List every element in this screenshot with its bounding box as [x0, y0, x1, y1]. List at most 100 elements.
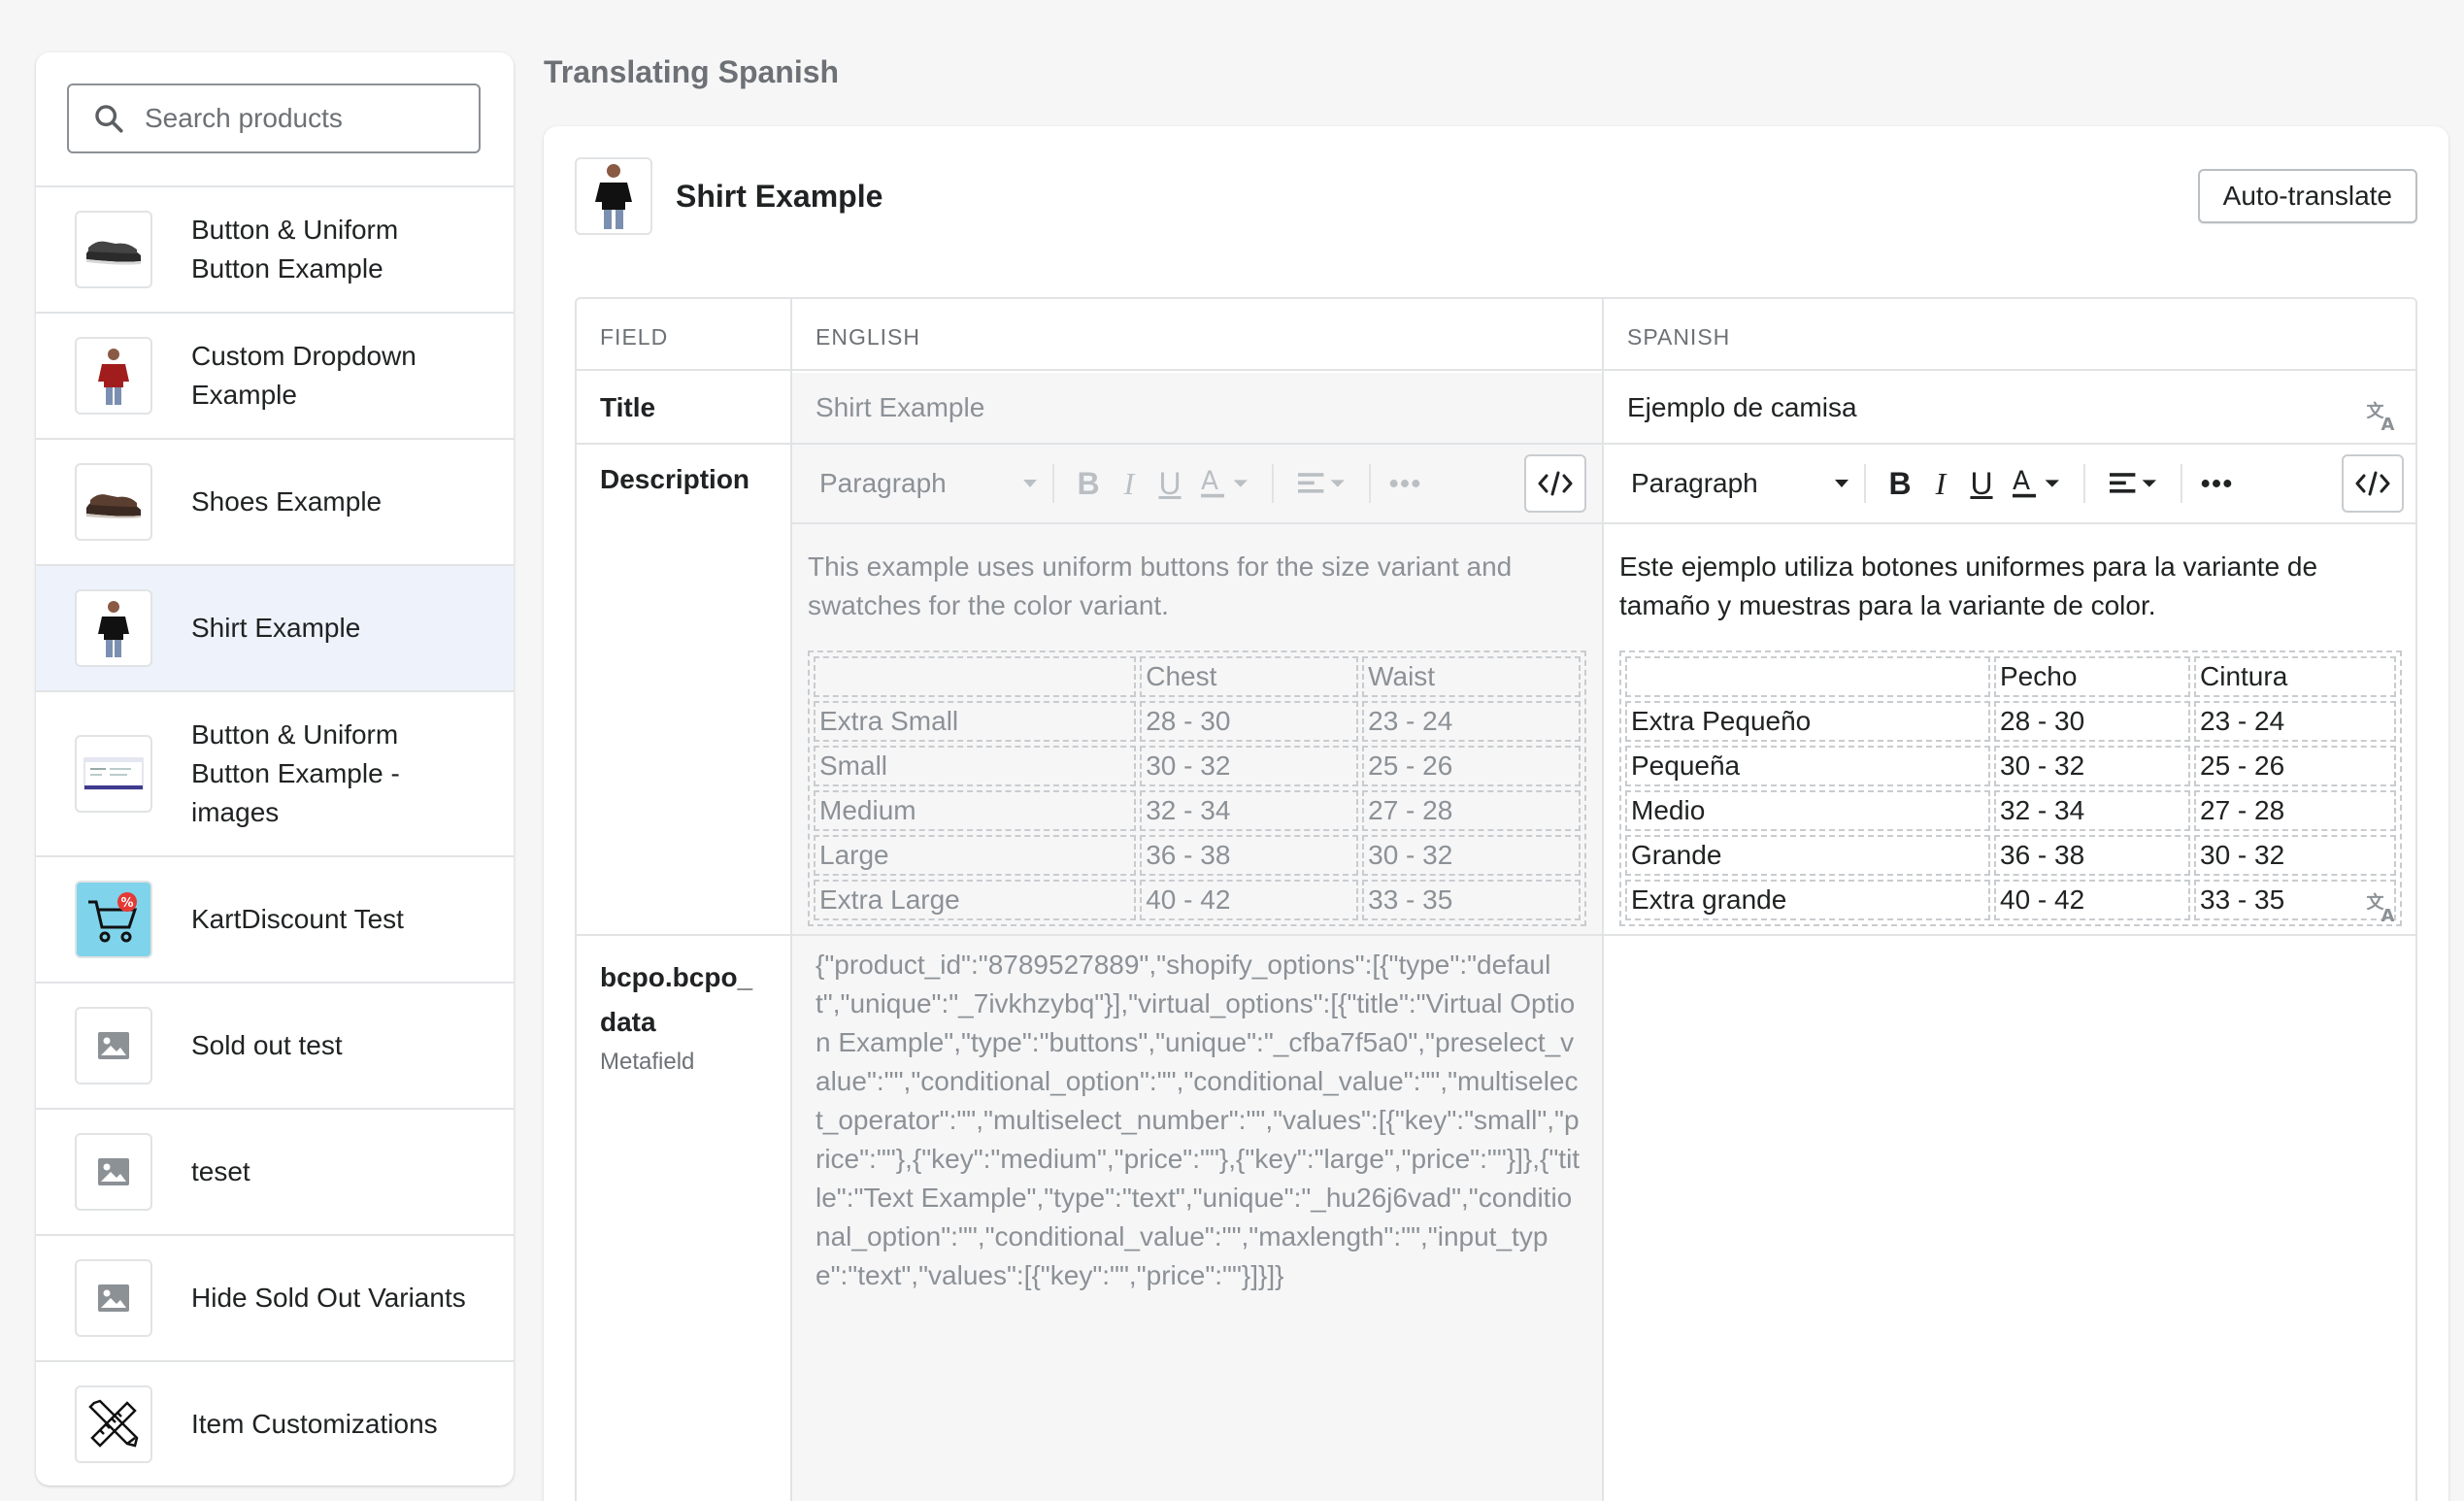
size-table-cell: 33 - 35	[1362, 880, 1581, 920]
size-table-cell: Medium	[814, 790, 1137, 831]
shoes-dark-icon	[75, 211, 152, 288]
svg-text:A: A	[2381, 415, 2395, 433]
product-item-shirt[interactable]: Shirt Example	[36, 564, 514, 690]
pencil-ruler-icon	[75, 1385, 152, 1463]
search-input[interactable]	[145, 103, 475, 134]
italic-icon: I	[1123, 465, 1135, 501]
translation-table: FIELD ENGLISH SPANISH Title Shirt Exampl…	[575, 297, 2417, 1501]
product-item-label: Shoes Example	[191, 486, 383, 517]
auto-translate-button[interactable]: Auto-translate	[2197, 169, 2417, 223]
product-item-hide-sold-out[interactable]: Hide Sold Out Variants	[36, 1234, 514, 1360]
more-icon[interactable]	[2196, 463, 2237, 504]
field-label-description: Description	[600, 464, 750, 494]
screenshot-icon	[75, 735, 152, 813]
size-table-row: Pequeña 30 - 32 25 - 26	[1625, 746, 2396, 786]
black-shirt-model-icon	[75, 589, 152, 667]
size-table-row: Extra Large 40 - 42 33 - 35	[814, 880, 1581, 920]
size-table-row: Small 30 - 32 25 - 26	[814, 746, 1581, 786]
translate-icon[interactable]: 文A	[2365, 398, 2400, 434]
size-table-cell: Small	[814, 746, 1137, 786]
paragraph-select[interactable]: Paragraph	[1631, 468, 1850, 499]
spanish-size-table[interactable]: Pecho Cintura Extra Pequeño 28 - 30 23 - 24 P…	[1619, 650, 2402, 926]
search-box[interactable]	[67, 83, 481, 153]
image-placeholder-icon	[75, 1259, 152, 1337]
size-table-cell: Grande	[1625, 835, 1990, 876]
text-color-icon[interactable]: A	[2002, 463, 2070, 504]
column-header-english: ENGLISH	[792, 299, 1604, 371]
size-table-cell: Large	[814, 835, 1137, 876]
english-title-value: Shirt Example	[816, 392, 985, 422]
divider	[1052, 464, 1054, 503]
product-item-button-uniform-images[interactable]: Button & Uniform Button Example - images	[36, 690, 514, 855]
size-table-cell: 25 - 26	[1362, 746, 1581, 786]
product-sidebar: Button & Uniform Button Example Custom D…	[36, 52, 514, 1485]
paragraph-select-label: Paragraph	[1631, 468, 1758, 498]
product-item-button-uniform[interactable]: Button & Uniform Button Example	[36, 185, 514, 312]
underline-icon: U	[1158, 465, 1182, 501]
product-item-label: Sold out test	[191, 1030, 343, 1060]
size-table-cell: 30 - 32	[1994, 746, 2190, 786]
product-item-shoes[interactable]: Shoes Example	[36, 438, 514, 564]
spanish-description-editor[interactable]: Este ejemplo utiliza botones uniformes p…	[1619, 548, 2396, 625]
english-description-text: This example uses uniform buttons for th…	[808, 551, 1513, 620]
product-item-sold-out-test[interactable]: Sold out test	[36, 982, 514, 1108]
product-item-label: Button & Uniform Button Example - images	[191, 719, 400, 827]
size-table-cell: 28 - 30	[1140, 701, 1359, 742]
product-item-custom-dropdown[interactable]: Custom Dropdown Example	[36, 312, 514, 438]
code-view-button[interactable]	[1524, 454, 1586, 513]
spanish-metafield-input[interactable]	[1604, 936, 2415, 1501]
size-table-row: Chest Waist	[814, 656, 1581, 697]
divider	[2181, 464, 2182, 503]
product-item-label: Item Customizations	[191, 1409, 438, 1439]
page-title: Translating Spanish	[544, 54, 840, 89]
underline-icon[interactable]: U	[1961, 463, 2002, 504]
size-table-cell: 23 - 24	[2194, 701, 2396, 742]
code-view-button[interactable]	[2342, 454, 2404, 513]
size-table-cell: 23 - 24	[1362, 701, 1581, 742]
product-item-label: Custom Dropdown Example	[191, 341, 416, 410]
size-table-cell: 30 - 32	[2194, 835, 2396, 876]
svg-text:A: A	[2013, 466, 2030, 496]
size-table-cell: 40 - 42	[1140, 880, 1359, 920]
size-table-cell: 32 - 34	[1140, 790, 1359, 831]
size-table-cell: Chest	[1140, 656, 1359, 697]
product-item-teset[interactable]: teset	[36, 1108, 514, 1234]
product-list: Button & Uniform Button Example Custom D…	[36, 185, 514, 1485]
align-icon[interactable]	[2099, 463, 2167, 504]
paragraph-select-label: Paragraph	[819, 468, 947, 498]
size-table-cell: 27 - 28	[1362, 790, 1581, 831]
align-icon	[1287, 463, 1355, 504]
bold-icon[interactable]: B	[1880, 463, 1920, 504]
translation-card: Shirt Example Auto-translate FIELD ENGLI…	[544, 126, 2448, 1501]
product-item-label: teset	[191, 1156, 250, 1186]
size-table-cell: Waist	[1362, 656, 1581, 697]
cart-discount-icon: %	[75, 881, 152, 958]
column-header-spanish: SPANISH	[1604, 299, 2415, 371]
italic-icon[interactable]: I	[1920, 463, 1961, 504]
image-placeholder-icon	[75, 1133, 152, 1211]
product-item-kartdiscount[interactable]: % KartDiscount Test	[36, 855, 514, 982]
size-table-cell	[814, 656, 1137, 697]
product-item-label: Shirt Example	[191, 613, 361, 643]
size-table-cell: 36 - 38	[1994, 835, 2190, 876]
product-item-label: KartDiscount Test	[191, 904, 404, 934]
size-table-cell: 30 - 32	[1140, 746, 1359, 786]
size-table-row: Medium 32 - 34 27 - 28	[814, 790, 1581, 831]
red-shirt-model-icon	[75, 337, 152, 415]
spanish-title-input[interactable]: Ejemplo de camisa	[1627, 392, 1857, 423]
product-thumbnail	[575, 157, 652, 235]
divider	[2083, 464, 2085, 503]
english-editor-toolbar: Paragraph B I U A	[792, 445, 1602, 524]
size-table-cell	[1625, 656, 1990, 697]
size-table-cell: 32 - 34	[1994, 790, 2190, 831]
size-table-row: Extra Pequeño 28 - 30 23 - 24	[1625, 701, 2396, 742]
metafield-sublabel: Metafield	[600, 1049, 695, 1075]
svg-text:A: A	[2381, 906, 2395, 924]
size-table-cell: 28 - 30	[1994, 701, 2190, 742]
size-table-cell: 27 - 28	[2194, 790, 2396, 831]
spanish-editor-toolbar: Paragraph B I U A	[1604, 445, 2415, 524]
product-item-label: Button & Uniform Button Example	[191, 215, 399, 284]
size-table-row: Large 36 - 38 30 - 32	[814, 835, 1581, 876]
translate-icon[interactable]: 文A	[2365, 889, 2400, 925]
product-item-item-customizations[interactable]: Item Customizations	[36, 1360, 514, 1485]
